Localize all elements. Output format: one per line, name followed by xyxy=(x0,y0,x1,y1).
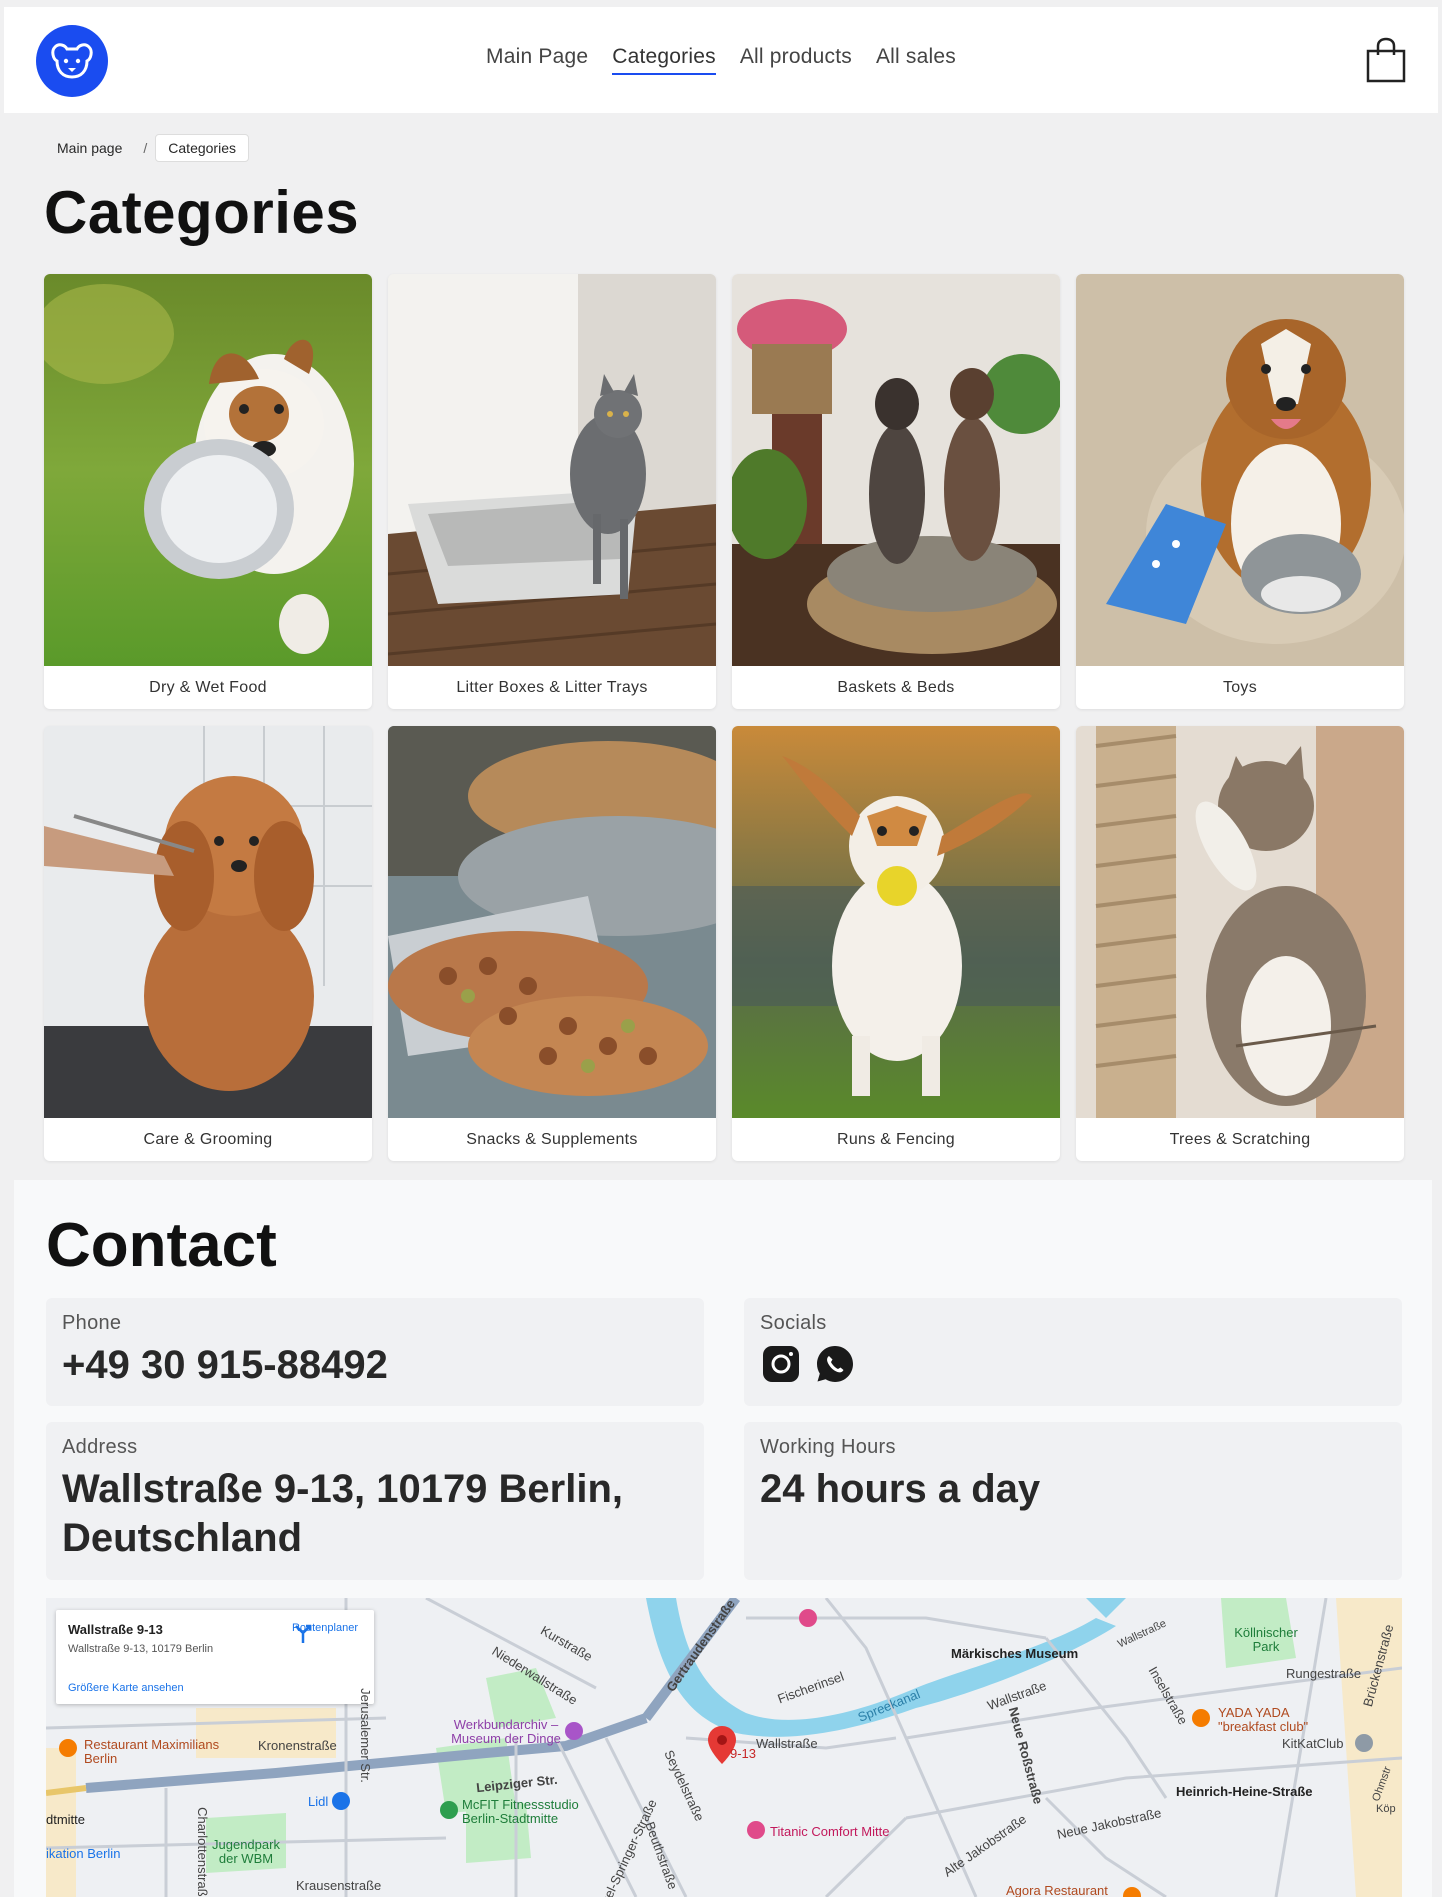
category-card-toys[interactable]: Toys xyxy=(1076,274,1404,709)
contact-title: Contact xyxy=(46,1211,277,1280)
directions-icon xyxy=(295,1624,312,1643)
socials-list xyxy=(760,1343,1386,1385)
map-label-koep: Köp xyxy=(1376,1803,1396,1815)
location-map[interactable]: Wallstraße 9-13 Wallstraße 9-13, 10179 B… xyxy=(46,1598,1402,1897)
map-label-kronenstrasse: Kronenstraße xyxy=(258,1738,337,1753)
map-label-kommunikation: ikation Berlin xyxy=(46,1846,121,1861)
category-card-trees-scratching[interactable]: Trees & Scratching xyxy=(1076,726,1404,1161)
map-label-jugendpark: Jugendpark der WBM xyxy=(212,1837,280,1867)
map-label-koellnischer-park: Köllnischer Park xyxy=(1234,1625,1298,1655)
category-image-runs-fencing xyxy=(732,726,1060,1118)
map-label-lidl: Lidl xyxy=(308,1794,329,1809)
nav-categories[interactable]: Categories xyxy=(612,45,716,75)
nav-all-products[interactable]: All products xyxy=(740,45,852,75)
map-label-jerusalemer-str: Jerusalemer Str. xyxy=(357,1688,373,1783)
breadcrumb-home[interactable]: Main page xyxy=(44,134,135,162)
map-label-restaurant-maximilians: Restaurant Maximilians Berlin xyxy=(84,1737,220,1767)
map-label-werkbundarchiv: Werkbundarchiv – Museum der Dinge xyxy=(451,1717,561,1747)
map-label-krausenstrasse: Krausenstraße xyxy=(296,1878,382,1893)
category-card-litter-boxes[interactable]: Litter Boxes & Litter Trays xyxy=(388,274,716,709)
category-image-care-grooming xyxy=(44,726,372,1118)
shopping-bag-icon xyxy=(1366,37,1406,83)
map-label-rungestrasse: Rungestraße xyxy=(1286,1666,1362,1681)
map-label-yada-yada: YADA YADA "breakfast club" xyxy=(1218,1705,1309,1735)
category-image-litter-boxes xyxy=(388,274,716,666)
map-label-mcfit: McFIT Fitnessstudio Berlin-Stadtmitte xyxy=(462,1797,579,1827)
category-card-snacks-supplements[interactable]: Snacks & Supplements xyxy=(388,726,716,1161)
category-image-snacks-supplements xyxy=(388,726,716,1118)
category-label: Runs & Fencing xyxy=(836,1130,956,1148)
socials-label: Socials xyxy=(760,1312,827,1334)
map-label-heinrich-heine: Heinrich-Heine-Straße xyxy=(1176,1784,1313,1799)
category-label: Toys xyxy=(1222,678,1258,696)
phone-label: Phone xyxy=(62,1312,122,1334)
whatsapp-icon[interactable] xyxy=(814,1343,856,1385)
hours-label: Working Hours xyxy=(760,1436,896,1458)
category-image-dry-wet-food xyxy=(44,274,372,666)
nav-all-sales[interactable]: All sales xyxy=(876,45,956,75)
category-card-dry-wet-food[interactable]: Dry & Wet Food xyxy=(44,274,372,709)
breadcrumb: Main page / Categories xyxy=(44,134,249,162)
map-card-address: Wallstraße 9-13, 10179 Berlin xyxy=(68,1643,214,1655)
phone-value[interactable]: +49 30 915-88492 xyxy=(62,1341,688,1390)
category-label: Litter Boxes & Litter Trays xyxy=(456,678,648,696)
category-card-care-grooming[interactable]: Care & Grooming xyxy=(44,726,372,1161)
instagram-icon[interactable] xyxy=(760,1343,802,1385)
category-image-baskets-beds xyxy=(732,274,1060,666)
contact-section: Contact Phone +49 30 915-88492 Socials A… xyxy=(14,1180,1432,1897)
category-label: Baskets & Beds xyxy=(837,678,955,696)
larger-map-link[interactable]: Größere Karte ansehen xyxy=(68,1682,184,1694)
socials-box: Socials xyxy=(744,1298,1402,1406)
category-label: Trees & Scratching xyxy=(1169,1130,1311,1148)
category-image-trees-scratching xyxy=(1076,726,1404,1118)
map-label-stadtmitte: dtmitte xyxy=(46,1812,86,1827)
map-label-charlottenstrasse: Charlottenstraße xyxy=(194,1807,210,1897)
address-box: Address Wallstraße 9-13, 10179 Berlin, D… xyxy=(46,1422,704,1580)
category-grid: Dry & Wet Food Litter Boxes & Litter Tra… xyxy=(44,274,1404,1161)
category-label: Snacks & Supplements xyxy=(466,1130,638,1148)
hours-box: Working Hours 24 hours a day xyxy=(744,1422,1402,1580)
category-image-toys xyxy=(1076,274,1404,666)
route-planner-button[interactable]: Routenplaner xyxy=(292,1622,358,1643)
cart-button[interactable] xyxy=(1366,37,1406,83)
map-label-kitkatclub: KitKatClub xyxy=(1282,1736,1344,1751)
hours-value: 24 hours a day xyxy=(760,1467,1041,1511)
address-label: Address xyxy=(62,1436,138,1458)
map-info-card: Wallstraße 9-13 Wallstraße 9-13, 10179 B… xyxy=(56,1610,374,1704)
map-pin-label: 9-13 xyxy=(730,1746,757,1761)
breadcrumb-separator: / xyxy=(143,140,148,156)
address-value: Wallstraße 9-13, 10179 Berlin, Deutschla… xyxy=(62,1467,624,1560)
phone-box: Phone +49 30 915-88492 xyxy=(46,1298,704,1406)
category-card-runs-fencing[interactable]: Runs & Fencing xyxy=(732,726,1060,1161)
map-label-titanic: Titanic Comfort Mitte xyxy=(770,1824,890,1839)
page-title: Categories xyxy=(44,179,360,246)
category-card-baskets-beds[interactable]: Baskets & Beds xyxy=(732,274,1060,709)
main-nav: Main Page Categories All products All sa… xyxy=(4,45,1438,75)
category-label: Care & Grooming xyxy=(143,1130,273,1148)
map-label-wallstrasse-1: Wallstraße xyxy=(756,1736,818,1751)
category-label: Dry & Wet Food xyxy=(149,678,267,696)
map-label-maerkisches-museum: Märkisches Museum xyxy=(951,1646,1079,1661)
map-label-agora: Agora Restaurant xyxy=(1006,1883,1108,1897)
breadcrumb-current: Categories xyxy=(155,134,249,162)
site-header: Main Page Categories All products All sa… xyxy=(4,7,1438,113)
nav-main-page[interactable]: Main Page xyxy=(486,45,588,75)
